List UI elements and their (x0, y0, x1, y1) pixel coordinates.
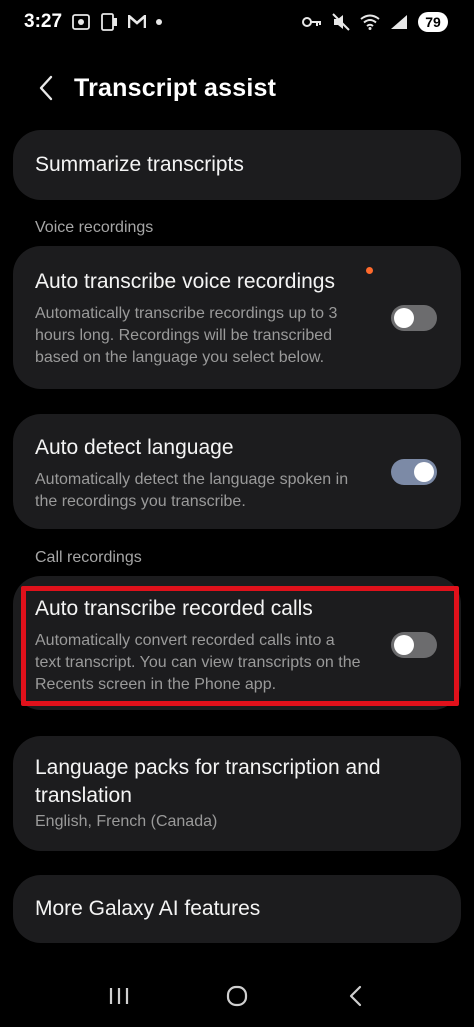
back-icon (349, 985, 362, 1007)
home-icon (226, 985, 248, 1007)
title-line: translation (35, 784, 132, 807)
title-line: Language packs for transcription and (35, 756, 381, 779)
notification-dot-icon (156, 19, 163, 25)
app-header: Transcript assist (0, 60, 474, 116)
toggle-knob (394, 308, 414, 328)
status-bar-left: 3:27 (24, 11, 163, 33)
page-title: Transcript assist (74, 73, 277, 102)
auto-transcribe-voice-title: Auto transcribe voice recordings (35, 270, 335, 293)
more-galaxy-ai-item[interactable]: More Galaxy AI features (13, 875, 461, 943)
auto-detect-language-title: Auto detect language (35, 436, 234, 459)
auto-transcribe-voice-desc: Automatically transcribe recordings up t… (35, 303, 375, 369)
highlight-box (21, 586, 459, 706)
navigation-bar (0, 965, 474, 1027)
language-packs-subtitle: English, French (Canada) (35, 813, 218, 830)
language-packs-item[interactable]: Language packs for transcription and tra… (13, 736, 461, 851)
status-bar-right: 79 (302, 12, 448, 32)
status-bar: 3:27 79 (0, 0, 474, 44)
screenshot-icon (72, 14, 90, 30)
auto-transcribe-voice-toggle[interactable] (391, 305, 437, 331)
language-packs-title: Language packs for transcription and tra… (35, 754, 445, 810)
summarize-transcripts-title: Summarize transcripts (35, 153, 244, 176)
more-galaxy-ai-title: More Galaxy AI features (35, 897, 261, 920)
desc-line: Automatically detect the language spoken… (35, 471, 349, 488)
key-icon (302, 16, 322, 28)
toggle-knob (414, 462, 434, 482)
sim-icon (100, 13, 118, 31)
desc-line: hours long. Recordings will be transcrib… (35, 327, 333, 344)
status-time: 3:27 (24, 11, 63, 32)
desc-line: Automatically transcribe recordings up t… (35, 305, 338, 322)
desc-line: the recordings you transcribe. (35, 493, 246, 510)
wifi-icon (360, 14, 380, 30)
signal-icon (390, 14, 408, 30)
summarize-transcripts-item[interactable]: Summarize transcripts (13, 130, 461, 200)
section-call-recordings: Call recordings (35, 549, 142, 566)
gmail-icon (128, 15, 147, 29)
section-voice-recordings: Voice recordings (35, 219, 154, 236)
back-button[interactable] (22, 64, 70, 112)
auto-detect-language-item[interactable]: Auto detect language Automatically detec… (13, 414, 461, 529)
auto-transcribe-voice-item[interactable]: Auto transcribe voice recordings Automat… (13, 246, 461, 389)
chevron-left-icon (39, 75, 53, 101)
mute-icon (332, 13, 350, 31)
home-button[interactable] (212, 971, 262, 1021)
battery-level: 79 (418, 12, 448, 32)
desc-line: based on the language you select below. (35, 349, 325, 366)
recents-button[interactable] (94, 971, 144, 1021)
new-badge-icon (366, 267, 373, 274)
auto-detect-language-desc: Automatically detect the language spoken… (35, 469, 375, 513)
auto-detect-language-toggle[interactable] (391, 459, 437, 485)
nav-back-button[interactable] (330, 971, 380, 1021)
recents-icon (109, 988, 129, 1004)
